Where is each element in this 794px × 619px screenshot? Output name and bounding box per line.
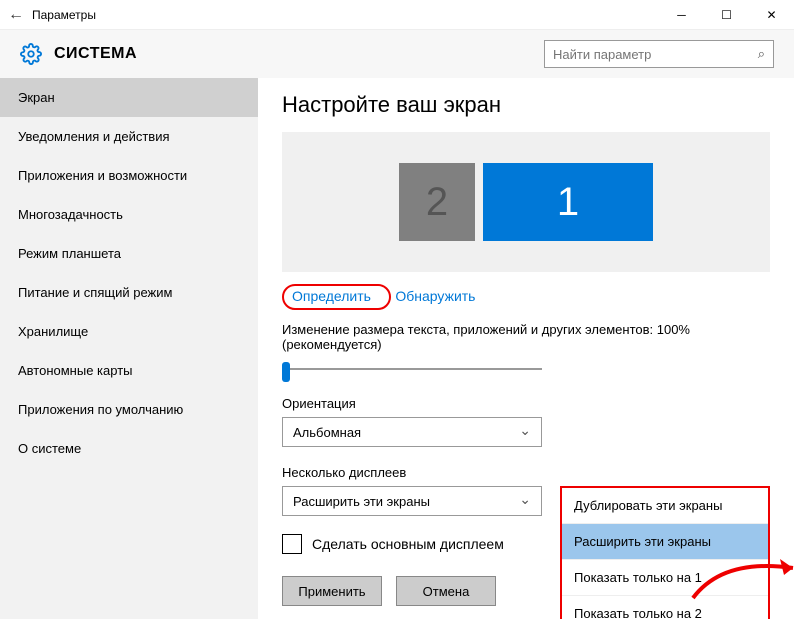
dropdown-only1[interactable]: Показать только на 1	[562, 560, 768, 596]
display-arrangement[interactable]: 2 1	[282, 132, 770, 272]
maximize-button[interactable]: ☐	[704, 0, 749, 30]
sidebar-item-multitasking[interactable]: Многозадачность	[0, 195, 258, 234]
orientation-select[interactable]: Альбомная	[282, 417, 542, 447]
sidebar: Экран Уведомления и действия Приложения …	[0, 78, 258, 619]
search-box[interactable]: ⌕	[544, 40, 774, 68]
titlebar: ← Параметры ─ ☐ ✕	[0, 0, 794, 30]
detect-link[interactable]: Обнаружить	[395, 288, 475, 304]
header-title: СИСТЕМА	[54, 45, 137, 63]
apply-button[interactable]: Применить	[282, 576, 382, 606]
slider-thumb[interactable]	[282, 362, 290, 382]
monitor-2[interactable]: 2	[399, 163, 475, 241]
highlight-identify: Определить	[282, 284, 391, 310]
orientation-label: Ориентация	[282, 396, 770, 411]
monitor-1[interactable]: 1	[483, 163, 653, 241]
scale-slider[interactable]	[282, 360, 542, 378]
sidebar-item-power[interactable]: Питание и спящий режим	[0, 273, 258, 312]
sidebar-item-notifications[interactable]: Уведомления и действия	[0, 117, 258, 156]
identify-link[interactable]: Определить	[292, 288, 371, 304]
display-actions: Определить Обнаружить	[282, 284, 770, 310]
sidebar-item-maps[interactable]: Автономные карты	[0, 351, 258, 390]
primary-label: Сделать основным дисплеем	[312, 536, 504, 552]
multi-display-label: Несколько дисплеев	[282, 465, 770, 480]
window-title: Параметры	[32, 8, 96, 22]
minimize-button[interactable]: ─	[659, 0, 704, 30]
sidebar-item-storage[interactable]: Хранилище	[0, 312, 258, 351]
multi-display-value: Расширить эти экраны	[293, 494, 430, 509]
dropdown-extend[interactable]: Расширить эти экраны	[562, 524, 768, 560]
scale-label: Изменение размера текста, приложений и д…	[282, 322, 770, 352]
window-buttons: ─ ☐ ✕	[659, 0, 794, 30]
header: СИСТЕМА ⌕	[0, 30, 794, 78]
sidebar-item-about[interactable]: О системе	[0, 429, 258, 468]
sidebar-item-default-apps[interactable]: Приложения по умолчанию	[0, 390, 258, 429]
multi-display-select[interactable]: Расширить эти экраны	[282, 486, 542, 516]
orientation-value: Альбомная	[293, 425, 361, 440]
search-icon: ⌕	[758, 46, 765, 62]
back-icon[interactable]: ←	[8, 6, 32, 24]
sidebar-item-display[interactable]: Экран	[0, 78, 258, 117]
search-input[interactable]	[553, 47, 758, 62]
close-button[interactable]: ✕	[749, 0, 794, 30]
gear-icon	[20, 43, 42, 65]
primary-checkbox[interactable]	[282, 534, 302, 554]
page-title: Настройте ваш экран	[282, 92, 770, 118]
sidebar-item-tablet[interactable]: Режим планшета	[0, 234, 258, 273]
cancel-button[interactable]: Отмена	[396, 576, 496, 606]
slider-track	[282, 368, 542, 370]
content: Настройте ваш экран 2 1 Определить Обнар…	[258, 78, 794, 619]
dropdown-duplicate[interactable]: Дублировать эти экраны	[562, 488, 768, 524]
multi-display-dropdown: Дублировать эти экраны Расширить эти экр…	[560, 486, 770, 619]
dropdown-only2[interactable]: Показать только на 2	[562, 596, 768, 619]
sidebar-item-apps[interactable]: Приложения и возможности	[0, 156, 258, 195]
